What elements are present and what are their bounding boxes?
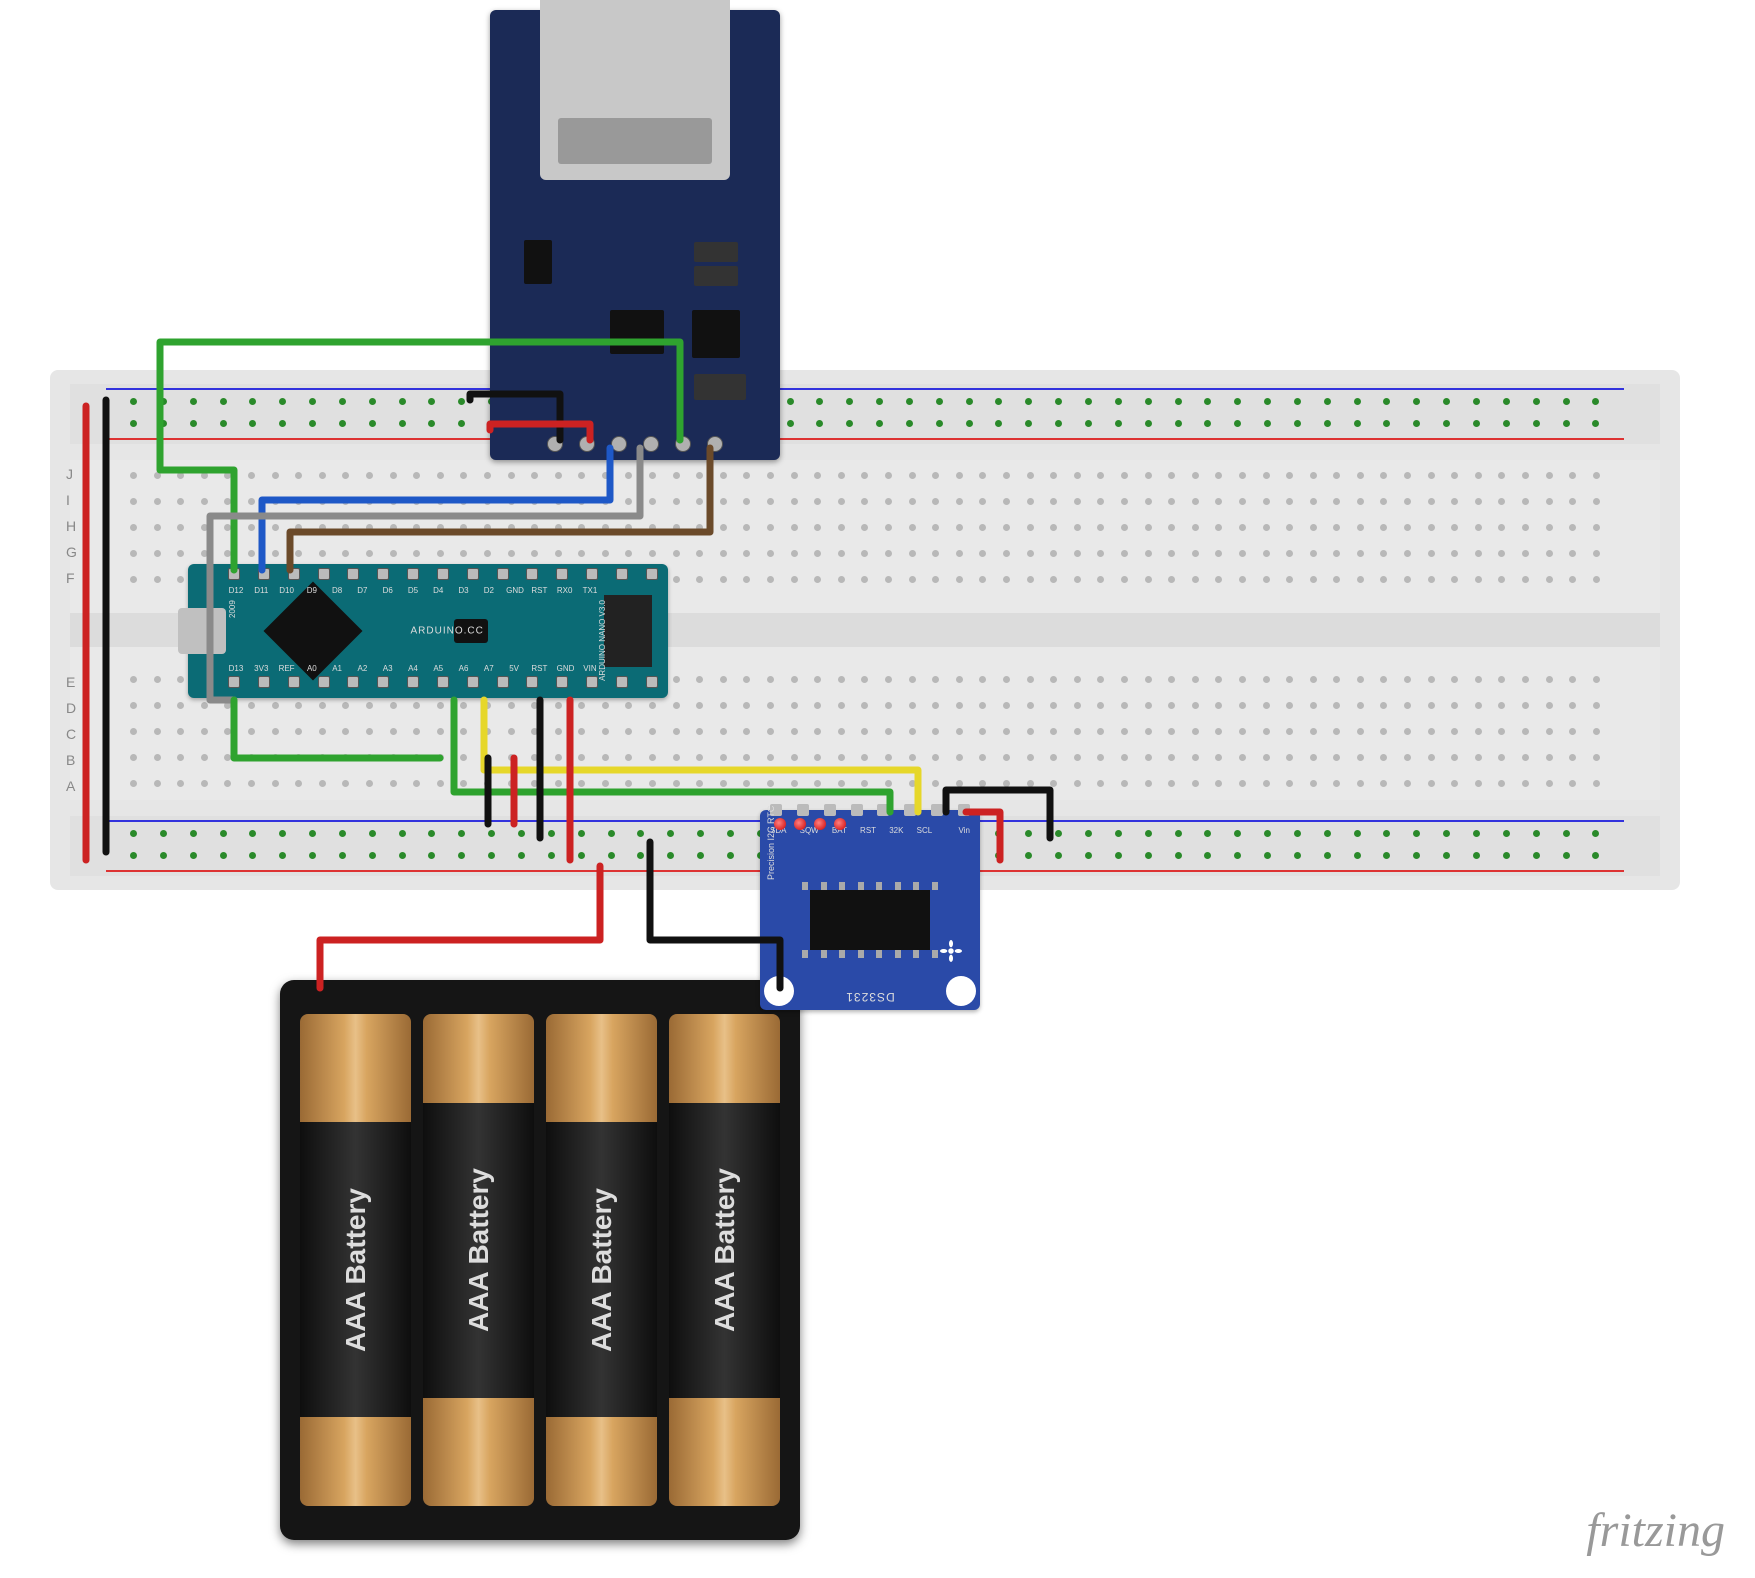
nano-pins-top: document.write(Array.from({length:15},()… (228, 568, 658, 586)
sd-card-socket (540, 0, 730, 180)
adafruit-logo-icon (940, 940, 962, 962)
fritzing-watermark: fritzing (1586, 1503, 1725, 1558)
rtc-ic-chip (810, 890, 930, 950)
battery-cell: AAA Battery (423, 1014, 534, 1506)
nano-pin-labels-bottom: D13 3V3 REF A0 A1 A2 A3 A4 A5 A6 A7 5V R… (228, 664, 598, 676)
icsp-header (604, 595, 652, 667)
battery-cell: AAA Battery (546, 1014, 657, 1506)
usb-mini-port (178, 608, 226, 654)
battery-cell: AAA Battery (669, 1014, 780, 1506)
nano-version-label: ARDUINO NANO V3.0 (598, 600, 607, 681)
rtc-status-leds (774, 818, 846, 830)
nano-year-label: 2009 (228, 600, 237, 618)
arduino-nano: document.write(Array.from({length:15},()… (188, 564, 668, 698)
sd-module-pins (547, 436, 723, 452)
rtc-chip-name: DS3231 (845, 990, 894, 1004)
battery-holder-4xaaa: AAA Battery AAA Battery AAA Battery AAA … (280, 980, 800, 1540)
rtc-ds3231-module: SDA SQW BAT RST 32K SCL Vin DS3231 P (760, 810, 980, 1010)
nano-brand-label: ARDUINO.CC (411, 626, 484, 637)
sd-card-module (490, 10, 780, 460)
battery-cell: AAA Battery (300, 1014, 411, 1506)
breadboard-top-power-rail: document.write(Array.from({length:50},()… (70, 384, 1660, 444)
fritzing-diagram: document.write(Array.from({length:50},()… (0, 0, 1755, 1578)
nano-pin-labels-top: D12 D11 D10 D9 D8 D7 D6 D5 D4 D3 D2 GND … (228, 586, 598, 598)
rtc-header-pins (770, 804, 970, 816)
nano-pins-bottom: document.write(Array.from({length:15},()… (228, 676, 658, 694)
rtc-title-text: Precision I2C RTC (766, 806, 776, 880)
